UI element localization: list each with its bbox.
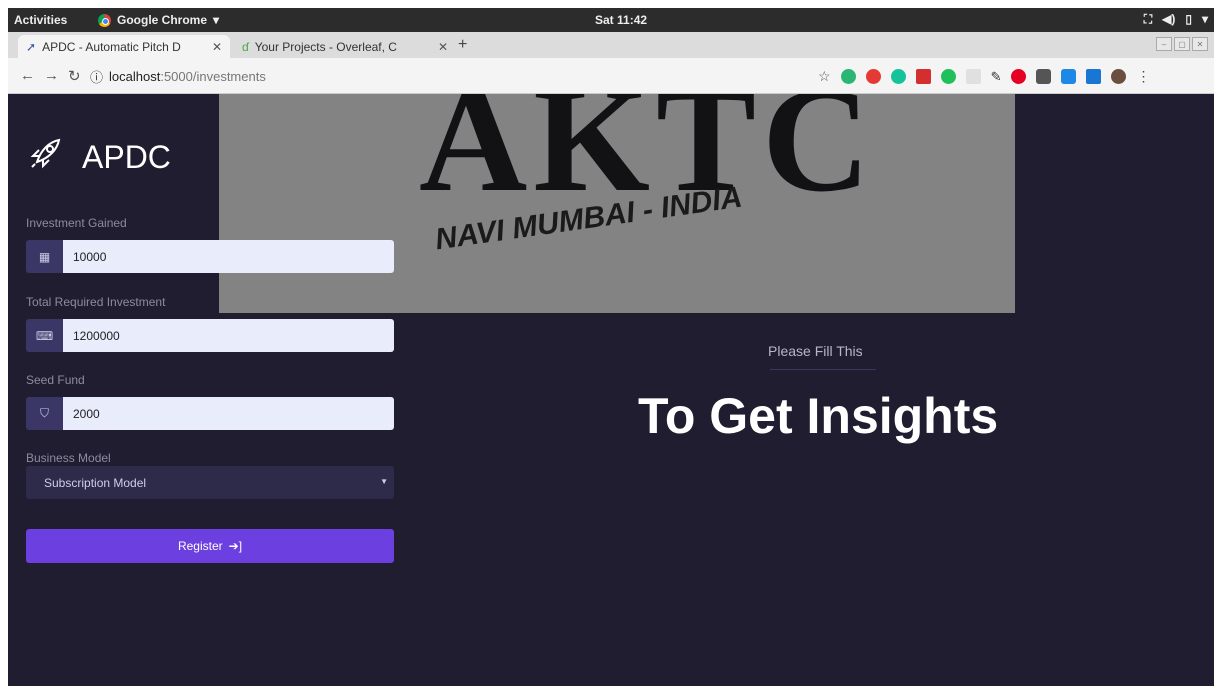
info-icon[interactable]: ⓘ [90,67,103,86]
extension-robot-icon[interactable] [1061,69,1077,84]
activities-button[interactable]: Activities [14,13,67,27]
tab-apdc[interactable]: ➚ APDC - Automatic Pitch D ✕ [18,35,230,58]
extension-d-icon[interactable] [940,69,956,84]
extension-o-icon[interactable] [865,69,881,84]
new-tab-button[interactable]: + [458,36,467,54]
extension-m-icon[interactable] [840,69,856,84]
business-model-select[interactable]: Subscription Model ▼ [26,466,394,499]
tab-title: APDC - Automatic Pitch D [42,39,181,54]
app-menu[interactable]: Google Chrome ▾ [98,13,219,27]
chrome-icon [98,13,111,27]
building-icon: ▦ [26,240,63,273]
tab-strip: ➚ APDC - Automatic Pitch D ✕ ɗ Your Proj… [8,32,1214,58]
screen: Activities Google Chrome ▾ Sat 11:42 ⛶ ◀… [8,8,1214,686]
brand: APDC [26,136,171,178]
please-fill-text: Please Fill This [768,343,863,359]
investment-gained-label: Investment Gained [26,216,127,230]
extension-blank-icon[interactable] [965,69,981,84]
rocket-icon [26,136,66,178]
total-required-investment-field[interactable]: ⌨ 1200000 [26,319,394,352]
chevron-down-icon: ▾ [213,13,220,27]
profile-avatar-icon[interactable] [1111,69,1127,84]
watermark-overlay: AKTC NAVI MUMBAI - INDIA [219,94,1015,313]
minimize-icon[interactable]: – [1156,37,1172,51]
bookmark-star-icon[interactable]: ☆ [818,68,831,85]
tab-overleaf[interactable]: ɗ Your Projects - Overleaf, C ✕ [234,35,456,58]
address-bar: ← → ↻ ⓘ localhost:5000/investments ☆ ✎ ⋮ [8,58,1214,94]
close-icon[interactable]: ✕ [438,40,448,54]
volume-icon: ◀) [1162,12,1176,26]
divider [770,369,876,370]
shield-icon: ⛉ [26,397,63,430]
network-icon: ⛶ [1143,12,1153,26]
extension-g-icon[interactable] [890,69,906,84]
extension-book-icon[interactable] [915,69,931,84]
pinterest-icon[interactable] [1011,69,1027,84]
seed-fund-label: Seed Fund [26,373,85,387]
clock[interactable]: Sat 11:42 [595,13,647,27]
tab-title: Your Projects - Overleaf, C [254,39,397,54]
url-host: localhost [109,68,161,84]
extension-shield-icon[interactable] [1036,69,1052,84]
insights-heading: To Get Insights [638,388,999,444]
maximize-icon[interactable]: ▢ [1174,37,1190,51]
business-model-value: Subscription Model [44,475,147,490]
back-icon[interactable]: ← [20,67,35,84]
total-required-investment-label: Total Required Investment [26,295,166,309]
close-window-icon[interactable]: ✕ [1192,37,1208,51]
register-button[interactable]: Register ➔] [26,529,394,563]
laptop-icon: ⌨ [26,319,63,352]
close-icon[interactable]: ✕ [212,40,222,54]
menu-dots-icon[interactable]: ⋮ [1136,68,1150,85]
app-name: Google Chrome [117,13,208,27]
extension-g-square-icon[interactable] [1086,69,1102,84]
sign-in-icon: ➔] [228,539,243,553]
forward-icon[interactable]: → [44,67,59,84]
investment-gained-field[interactable]: ▦ 10000 [26,240,394,273]
system-tray[interactable]: ⛶ ◀) ▯ ▾ [1144,12,1208,27]
rocket-favicon-icon: ➚ [26,39,37,54]
battery-icon: ▯ [1185,12,1192,26]
chevron-down-icon: ▼ [380,477,388,486]
url-field[interactable]: ⓘ localhost:5000/investments [90,64,850,88]
reload-icon[interactable]: ↻ [68,67,81,85]
business-model-label: Business Model [26,451,111,465]
register-label: Register [177,539,223,553]
overleaf-favicon-icon: ɗ [242,39,249,54]
seed-fund-input[interactable]: 2000 [63,397,394,430]
total-required-investment-input[interactable]: 1200000 [63,319,394,352]
url-path: :5000/investments [160,68,266,84]
chevron-down-icon: ▾ [1201,12,1208,26]
investment-gained-input[interactable]: 10000 [63,240,394,273]
window-controls: – ▢ ✕ [1156,37,1208,51]
brand-name: APDC [82,138,171,175]
seed-fund-field[interactable]: ⛉ 2000 [26,397,394,430]
os-top-bar: Activities Google Chrome ▾ Sat 11:42 ⛶ ◀… [8,8,1214,32]
extensions-toolbar: ☆ ✎ ⋮ [818,68,1150,85]
extension-pen-icon[interactable]: ✎ [991,69,1002,85]
